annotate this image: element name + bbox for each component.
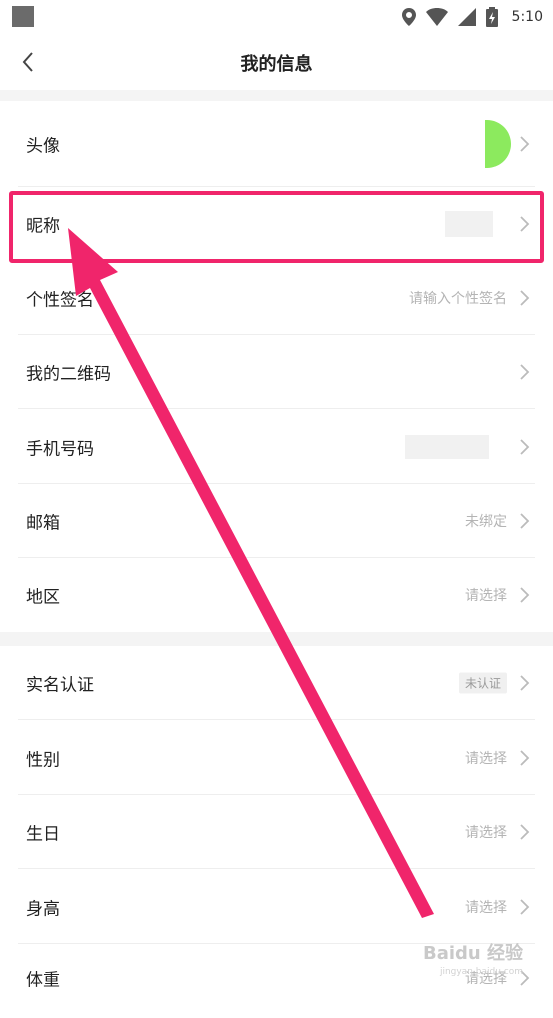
- watermark-url: jingyan.baidu.com: [439, 967, 523, 977]
- annotation-arrow-icon: [68, 228, 434, 918]
- watermark-logo: Baidu 经验: [422, 943, 523, 964]
